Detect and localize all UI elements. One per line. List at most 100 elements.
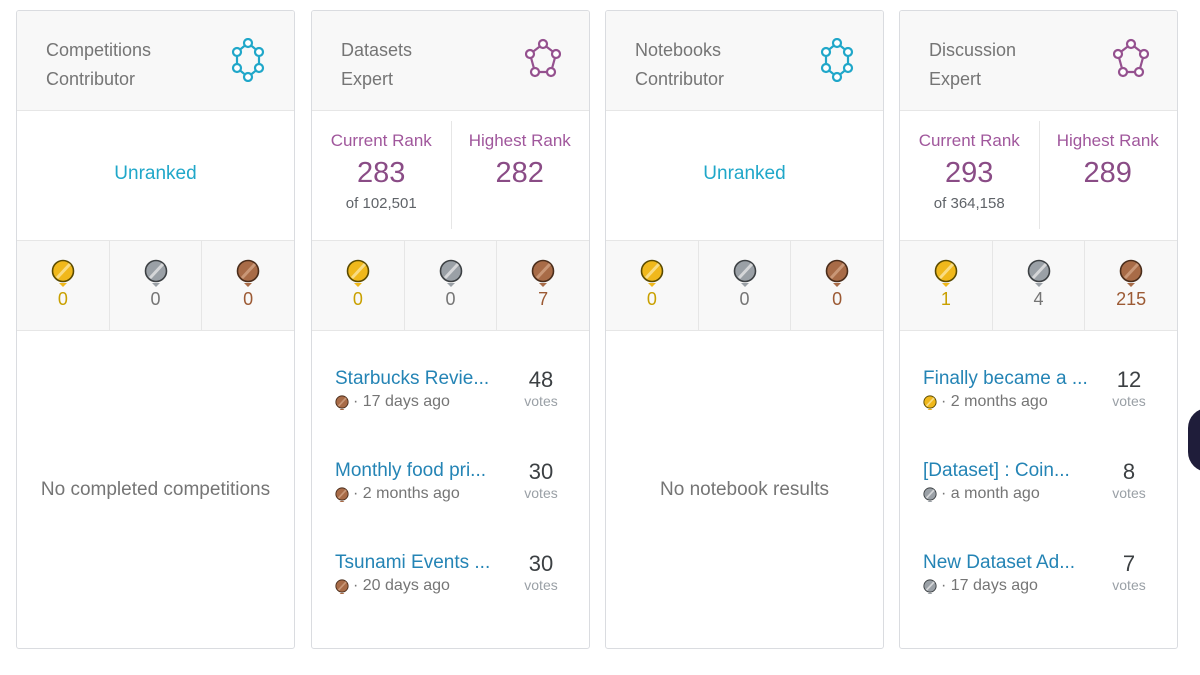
expert-pentagon-icon <box>1113 38 1149 78</box>
bronze-medal-icon <box>335 579 349 594</box>
medal-counts: 1 4 215 <box>900 241 1177 331</box>
item-time: · 20 days ago <box>353 577 450 594</box>
contributor-hex-icon <box>820 38 854 82</box>
unranked-label: Unranked <box>114 163 197 184</box>
votes-number: 48 <box>528 367 554 392</box>
bronze-medal-icon <box>335 487 349 502</box>
gold-medal-column: 0 <box>312 241 404 330</box>
votes-number: 7 <box>1122 551 1136 576</box>
silver-medal-column: 0 <box>697 241 791 330</box>
medal-counts: 0 0 7 <box>312 241 589 331</box>
gold-medal-icon <box>639 259 664 287</box>
bronze-medal-column: 0 <box>790 241 883 330</box>
rank-section: Current Rank 293 of 364,158 Highest Rank… <box>900 111 1177 241</box>
card-content: No notebook results <box>606 331 883 648</box>
category-name: Datasets <box>341 40 413 60</box>
highest-rank-value: 289 <box>1083 157 1132 189</box>
bronze-medal-column: 7 <box>496 241 589 330</box>
silver-medal-icon <box>732 259 757 287</box>
notebooks-card: Notebooks Contributor Unranked 0 0 0 No … <box>605 10 884 649</box>
tier-title: Notebooks Contributor <box>635 36 805 94</box>
card-header: Competitions Contributor <box>17 11 294 111</box>
tier-title: Datasets Expert <box>341 36 511 94</box>
vote-count: 30 votes <box>519 459 563 501</box>
gold-medal-icon <box>933 259 958 287</box>
current-rank-value: 293 <box>945 157 994 189</box>
tier-name: Expert <box>929 69 982 89</box>
silver-count: 0 <box>445 289 456 309</box>
discussion-card: Discussion Expert Current Rank 293 of 36… <box>899 10 1178 649</box>
medal-counts: 0 0 0 <box>606 241 883 331</box>
list-item: Tsunami Events ... · 20 days ago 30 vote… <box>335 551 563 609</box>
vote-count: 12 votes <box>1107 367 1151 409</box>
expert-pentagon-icon <box>525 38 561 78</box>
bronze-medal-column: 215 <box>1084 241 1177 330</box>
current-rank-total: of 102,501 <box>345 195 417 212</box>
votes-label: votes <box>524 577 558 593</box>
bronze-medal-icon <box>1119 259 1144 287</box>
category-name: Discussion <box>929 40 1017 60</box>
votes-number: 8 <box>1122 459 1136 484</box>
vote-count: 8 votes <box>1107 459 1151 501</box>
medal-counts: 0 0 0 <box>17 241 294 331</box>
votes-label: votes <box>524 393 558 409</box>
gold-medal-icon <box>345 259 370 287</box>
contributor-hex-icon <box>231 38 265 82</box>
highest-rank-value: 282 <box>495 157 544 189</box>
list-item: Finally became a ... · 2 months ago 12 v… <box>923 367 1151 425</box>
competitions-card: Competitions Contributor Unranked 0 0 0 … <box>16 10 295 649</box>
item-time: · a month ago <box>941 485 1040 502</box>
list-item: New Dataset Ad... · 17 days ago 7 votes <box>923 551 1151 609</box>
list-item: Monthly food pri... · 2 months ago 30 vo… <box>335 459 563 517</box>
silver-medal-icon <box>923 487 937 502</box>
silver-count: 0 <box>150 289 161 309</box>
rank-section: Current Rank 283 of 102,501 Highest Rank… <box>312 111 589 241</box>
vote-count: 30 votes <box>519 551 563 593</box>
item-time: · 2 months ago <box>941 393 1048 410</box>
category-name: Notebooks <box>635 40 722 60</box>
silver-medal-icon <box>143 259 168 287</box>
rank-section: Unranked <box>17 111 294 241</box>
floating-action-button[interactable] <box>1188 408 1200 472</box>
silver-medal-icon <box>1026 259 1051 287</box>
tier-name: Contributor <box>635 69 725 89</box>
rank-section: Unranked <box>606 111 883 241</box>
gold-count: 0 <box>352 289 363 309</box>
votes-number: 30 <box>528 551 554 576</box>
silver-medal-column: 0 <box>403 241 497 330</box>
card-content: No completed competitions <box>17 331 294 648</box>
current-rank: Current Rank 293 of 364,158 <box>900 111 1039 240</box>
current-rank-label: Current Rank <box>330 131 432 150</box>
unranked-label: Unranked <box>703 163 786 184</box>
gold-medal-icon <box>50 259 75 287</box>
bronze-medal-icon <box>531 259 556 287</box>
bronze-medal-column: 0 <box>201 241 294 330</box>
bronze-count: 215 <box>1116 289 1147 309</box>
card-header: Notebooks Contributor <box>606 11 883 111</box>
bronze-count: 7 <box>538 289 549 309</box>
empty-message: No notebook results <box>660 479 829 500</box>
silver-count: 0 <box>739 289 750 309</box>
highest-rank-label: Highest Rank <box>468 131 571 150</box>
votes-label: votes <box>1112 485 1146 501</box>
silver-medal-column: 0 <box>108 241 202 330</box>
vote-count: 7 votes <box>1107 551 1151 593</box>
silver-medal-icon <box>438 259 463 287</box>
datasets-card: Datasets Expert Current Rank 283 of 102,… <box>311 10 590 649</box>
gold-count: 1 <box>940 289 951 309</box>
votes-number: 30 <box>528 459 554 484</box>
vote-count: 48 votes <box>519 367 563 409</box>
gold-count: 0 <box>646 289 657 309</box>
votes-label: votes <box>524 485 558 501</box>
highest-rank: Highest Rank 289 <box>1039 111 1178 240</box>
current-rank-total: of 364,158 <box>933 195 1005 212</box>
votes-label: votes <box>1112 393 1146 409</box>
card-header: Datasets Expert <box>312 11 589 111</box>
card-content: Finally became a ... · 2 months ago 12 v… <box>900 331 1177 648</box>
silver-medal-column: 4 <box>991 241 1085 330</box>
item-time: · 17 days ago <box>353 393 450 410</box>
gold-medal-column: 0 <box>606 241 698 330</box>
card-header: Discussion Expert <box>900 11 1177 111</box>
tier-name: Contributor <box>46 69 136 89</box>
votes-number: 12 <box>1116 367 1142 392</box>
